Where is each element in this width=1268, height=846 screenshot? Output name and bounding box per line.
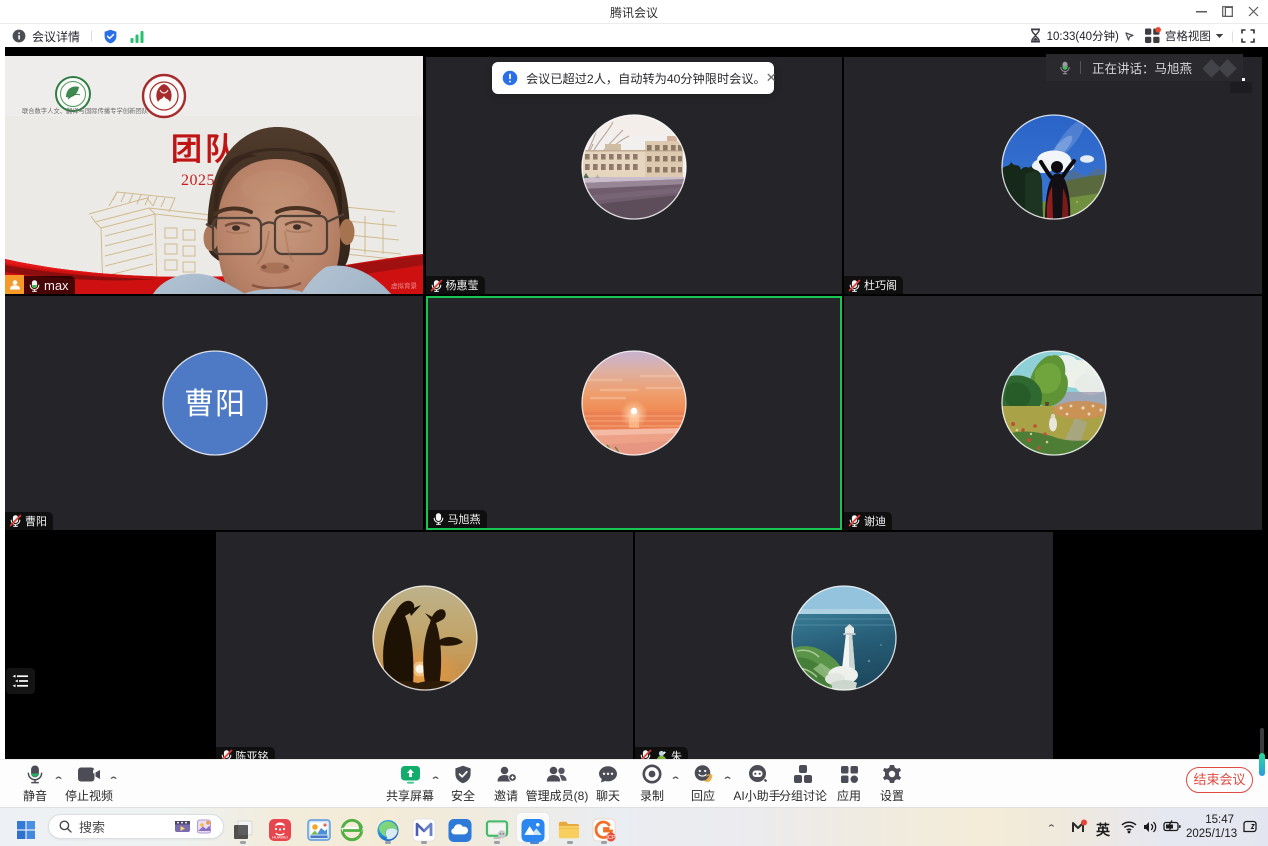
svg-text:HUAWEI: HUAWEI <box>272 835 288 840</box>
svg-text:虚拟背景: 虚拟背景 <box>391 281 418 290</box>
svg-text:ICP: ICP <box>606 835 616 841</box>
svg-text:2025: 2025 <box>181 172 215 189</box>
svg-text:曹阳: 曹阳 <box>184 388 246 421</box>
svg-text:联合数字人文、翻译与国际传播专学创新团队: 联合数字人文、翻译与国际传播专学创新团队 <box>22 106 149 115</box>
